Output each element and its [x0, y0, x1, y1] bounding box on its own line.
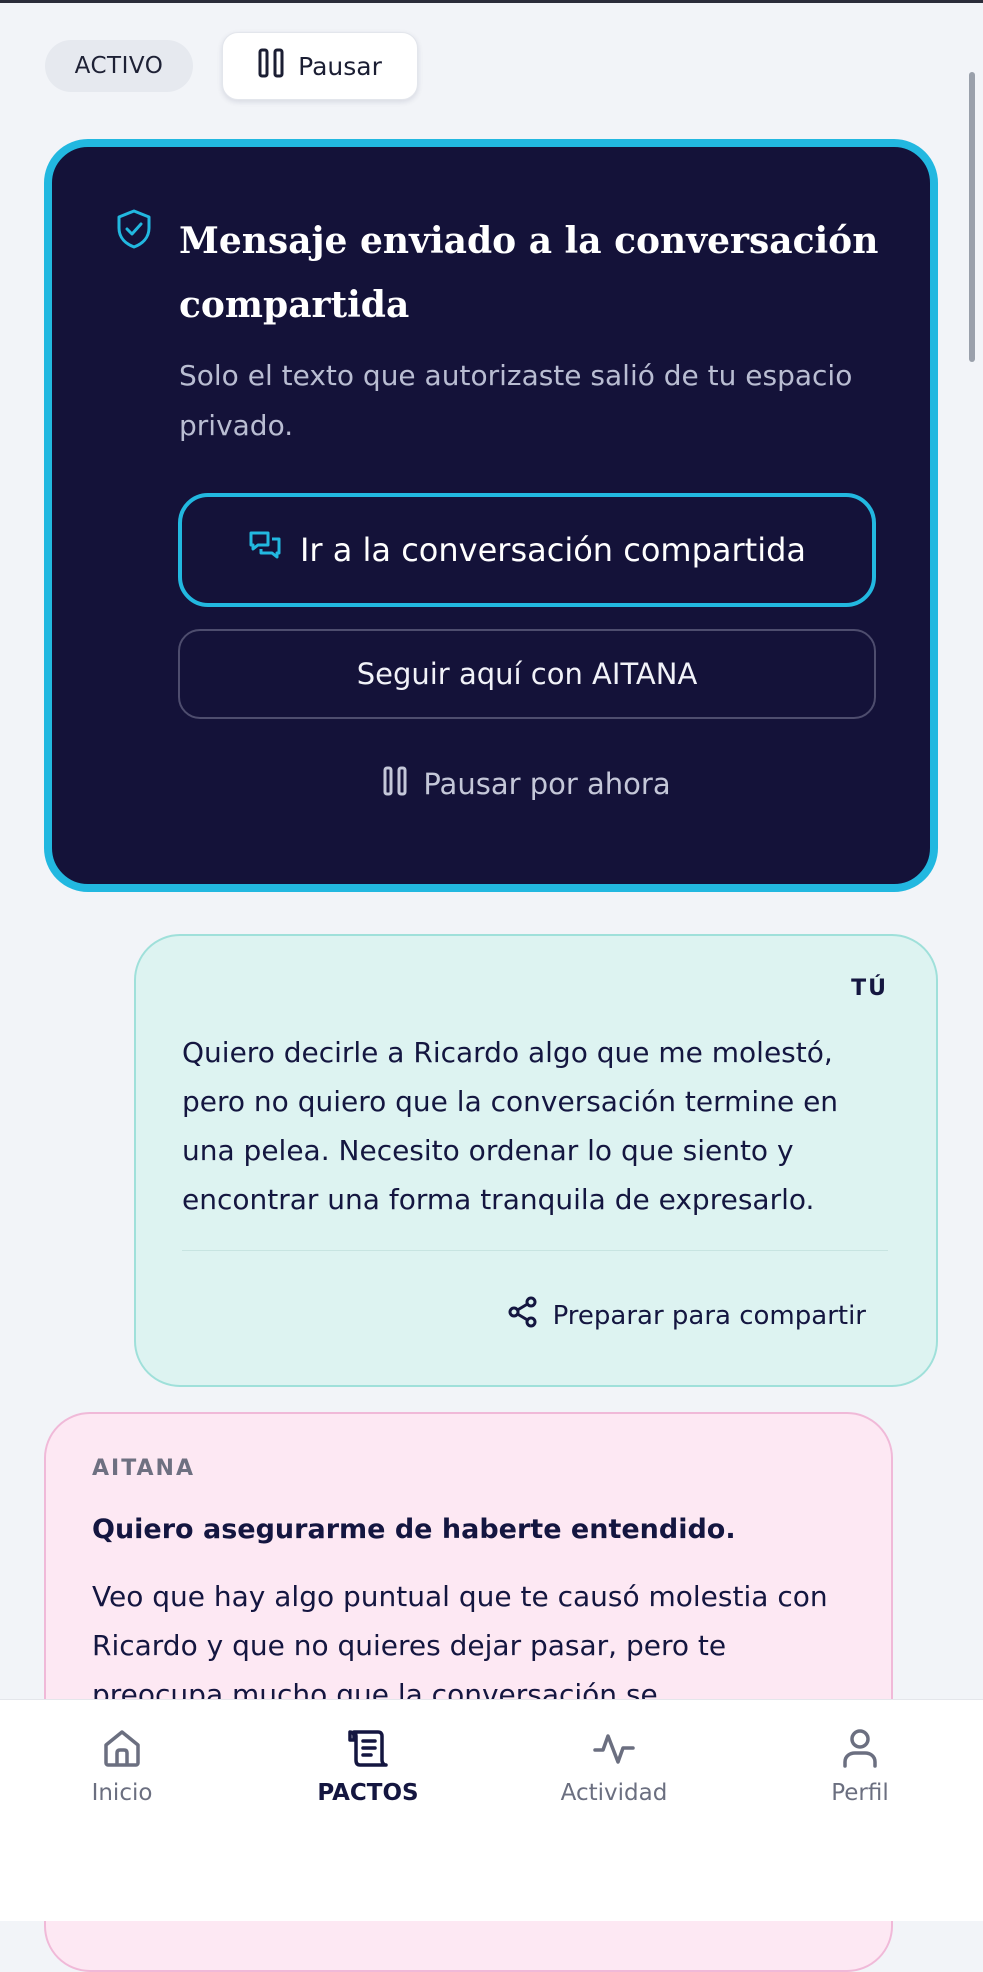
chat-bubbles-icon [248, 529, 282, 571]
bottom-navigation: Inicio PACTOS Actividad Perfil [0, 1699, 983, 1921]
nav-label: Perfil [831, 1780, 889, 1806]
shield-check-icon [116, 209, 152, 249]
status-badge: ACTIVO [45, 40, 193, 92]
nav-label: Actividad [560, 1780, 668, 1806]
pause-icon [258, 48, 284, 84]
continue-with-aitana-button[interactable]: Seguir aquí con AITANA [178, 629, 876, 719]
user-message-bubble: TÚ Quiero decirle a Ricardo algo que me … [134, 934, 938, 1387]
card-subtitle: Solo el texto que autorizaste salió de t… [179, 359, 853, 442]
message-author: TÚ [851, 976, 888, 1001]
status-bar-edge [0, 0, 983, 3]
nav-item-actividad[interactable]: Actividad [524, 1726, 704, 1836]
home-icon [104, 1730, 140, 1767]
prepare-to-share-button[interactable]: Preparar para compartir [507, 1296, 866, 1335]
nav-item-perfil[interactable]: Perfil [770, 1726, 950, 1836]
nav-item-pactos[interactable]: PACTOS [278, 1726, 458, 1836]
go-to-shared-conversation-label: Ir a la conversación compartida [299, 531, 807, 569]
card-title: Mensaje enviado a la conversación compar… [179, 220, 879, 326]
nav-item-inicio[interactable]: Inicio [32, 1726, 212, 1836]
prepare-to-share-label: Preparar para compartir [552, 1300, 866, 1331]
scroll-icon [348, 1730, 388, 1767]
go-to-shared-conversation-button[interactable]: Ir a la conversación compartida [178, 493, 876, 607]
activity-icon [593, 1734, 635, 1764]
scrollbar[interactable] [969, 72, 975, 362]
nav-label: Inicio [91, 1780, 153, 1806]
message-heading: Quiero asegurarme de haberte entendido. [92, 1514, 736, 1545]
pause-for-now-button[interactable]: Pausar por ahora [178, 747, 876, 821]
pause-button-label: Pausar [298, 51, 382, 81]
pause-button[interactable]: Pausar [222, 32, 418, 100]
message-text: Veo que hay algo puntual que te causó mo… [92, 1580, 828, 1711]
nav-label: PACTOS [317, 1780, 419, 1806]
message-sent-card: Mensaje enviado a la conversación compar… [44, 139, 938, 892]
share-icon [507, 1296, 539, 1335]
message-text: Quiero decirle a Ricardo algo que me mol… [182, 1036, 839, 1216]
message-author: AITANA [92, 1456, 195, 1481]
divider [182, 1250, 888, 1251]
pause-icon [383, 766, 407, 803]
profile-icon [843, 1729, 877, 1768]
pause-for-now-label: Pausar por ahora [423, 767, 671, 801]
